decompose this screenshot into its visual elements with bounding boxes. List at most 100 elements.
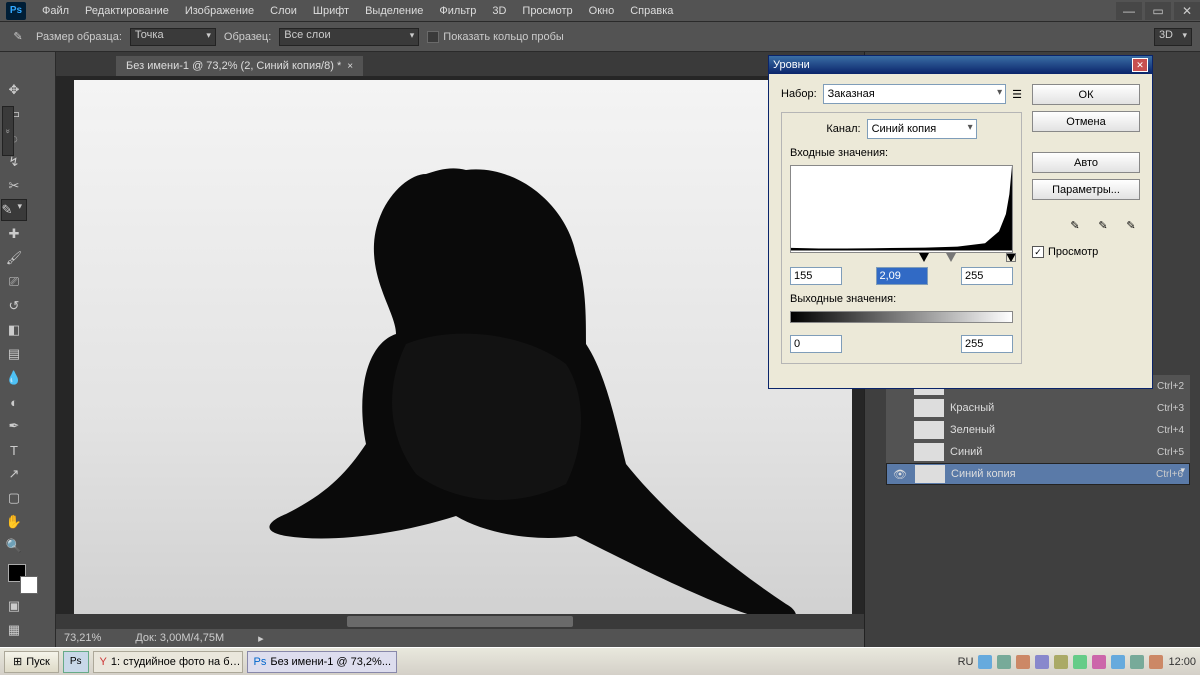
white-point-slider[interactable]	[1006, 253, 1016, 262]
gray-eyedropper-icon[interactable]: ✎	[1094, 216, 1112, 234]
color-swatch[interactable]	[8, 564, 38, 594]
eyedropper-tool[interactable]: ✎	[1, 199, 27, 221]
channels-panel: RGBCtrl+2 КрасныйCtrl+3 ЗеленыйCtrl+4 Си…	[886, 375, 1190, 485]
output-white-field[interactable]	[961, 335, 1013, 353]
menu-help[interactable]: Справка	[622, 5, 681, 17]
channel-row-blue-copy[interactable]: 👁Синий копияCtrl+6	[886, 463, 1190, 485]
input-black-field[interactable]	[790, 267, 842, 285]
pen-tool[interactable]: ✒	[1, 415, 27, 437]
channel-row-red[interactable]: КрасныйCtrl+3	[886, 397, 1190, 419]
shape-tool[interactable]: ▢	[1, 487, 27, 509]
input-mid-field[interactable]	[876, 267, 928, 285]
dialog-title: Уровни	[773, 59, 810, 71]
preview-checkbox[interactable]: ✓	[1032, 246, 1044, 258]
tray-icon[interactable]	[997, 655, 1011, 669]
gray-point-slider[interactable]	[946, 253, 956, 262]
hand-tool[interactable]: ✋	[1, 511, 27, 533]
taskbar: ⊞Пуск Ps Y1: студийное фото на б… PsБез …	[0, 647, 1200, 675]
type-tool[interactable]: T	[1, 439, 27, 461]
options-button[interactable]: Параметры...	[1032, 179, 1140, 200]
gradient-tool[interactable]: ▤	[1, 343, 27, 365]
tray-icon[interactable]	[1149, 655, 1163, 669]
dodge-tool[interactable]: ◐	[1, 391, 27, 413]
canvas[interactable]	[56, 76, 864, 614]
taskbar-item-ps[interactable]: Ps	[63, 651, 89, 673]
zoom-tool[interactable]: 🔍	[1, 535, 27, 557]
options-bar: ✎ Размер образца: Точка Образец: Все сло…	[0, 22, 1200, 52]
menu-file[interactable]: Файл	[34, 5, 77, 17]
tray-icon[interactable]	[1092, 655, 1106, 669]
menu-layer[interactable]: Слои	[262, 5, 305, 17]
eraser-tool[interactable]: ◧	[1, 319, 27, 341]
taskbar-item-doc[interactable]: PsБез имени-1 @ 73,2%...	[247, 651, 397, 673]
preset-select[interactable]: Заказная	[823, 84, 1006, 104]
preset-menu-icon[interactable]: ☰	[1012, 88, 1022, 101]
screen-mode-icon[interactable]: ▦	[1, 619, 27, 641]
windows-icon: ⊞	[13, 655, 22, 668]
document-tab[interactable]: Без имени-1 @ 73,2% (2, Синий копия/8) *…	[116, 56, 363, 76]
cancel-button[interactable]: Отмена	[1032, 111, 1140, 132]
dialog-titlebar[interactable]: Уровни ✕	[769, 56, 1152, 74]
system-tray: RU 12:00	[958, 655, 1196, 669]
tray-icon[interactable]	[1073, 655, 1087, 669]
canvas-image	[74, 80, 852, 614]
tray-icon[interactable]	[1111, 655, 1125, 669]
window-close-button[interactable]: ✕	[1174, 2, 1200, 20]
show-ring-checkbox[interactable]	[427, 31, 439, 43]
document-tab-bar: Без имени-1 @ 73,2% (2, Синий копия/8) *…	[56, 52, 864, 76]
tabs-expand-icon[interactable]: »	[2, 106, 14, 156]
brush-tool[interactable]: 🖌	[1, 247, 27, 269]
workspace-select[interactable]: 3D	[1154, 28, 1192, 46]
sample-size-select[interactable]: Точка	[130, 28, 216, 46]
menu-edit[interactable]: Редактирование	[77, 5, 177, 17]
output-values-label: Выходные значения:	[790, 293, 1013, 305]
window-maximize-button[interactable]: ▭	[1145, 2, 1171, 20]
tray-icon[interactable]	[1130, 655, 1144, 669]
status-arrow-icon[interactable]: ▸	[258, 632, 264, 645]
channel-select[interactable]: Синий копия	[867, 119, 977, 139]
ok-button[interactable]: ОК	[1032, 84, 1140, 105]
menu-select[interactable]: Выделение	[357, 5, 431, 17]
blur-tool[interactable]: 💧	[1, 367, 27, 389]
quick-mask-icon[interactable]: ▣	[1, 595, 27, 617]
channel-row-blue[interactable]: СинийCtrl+5	[886, 441, 1190, 463]
window-minimize-button[interactable]: ―	[1116, 2, 1142, 20]
auto-button[interactable]: Авто	[1032, 152, 1140, 173]
sample-size-label: Размер образца:	[36, 31, 122, 43]
dialog-close-button[interactable]: ✕	[1132, 58, 1148, 72]
menu-view[interactable]: Просмотр	[514, 5, 580, 17]
lang-indicator[interactable]: RU	[958, 656, 974, 668]
menu-type[interactable]: Шрифт	[305, 5, 357, 17]
black-eyedropper-icon[interactable]: ✎	[1066, 216, 1084, 234]
crop-tool[interactable]: ✂	[1, 175, 27, 197]
visibility-icon[interactable]: 👁	[891, 468, 909, 481]
white-eyedropper-icon[interactable]: ✎	[1122, 216, 1140, 234]
history-brush-tool[interactable]: ↺	[1, 295, 27, 317]
menu-window[interactable]: Окно	[581, 5, 623, 17]
menu-filter[interactable]: Фильтр	[431, 5, 484, 17]
black-point-slider[interactable]	[919, 253, 929, 262]
channel-row-green[interactable]: ЗеленыйCtrl+4	[886, 419, 1190, 441]
close-tab-icon[interactable]: ×	[347, 61, 353, 72]
input-white-field[interactable]	[961, 267, 1013, 285]
horizontal-scrollbar[interactable]	[56, 614, 864, 629]
tray-icon[interactable]	[1035, 655, 1049, 669]
tray-icon[interactable]	[1016, 655, 1030, 669]
tray-clock[interactable]: 12:00	[1168, 656, 1196, 668]
menu-3d[interactable]: 3D	[484, 5, 514, 17]
output-gradient[interactable]	[790, 311, 1013, 323]
healing-tool[interactable]: ✚	[1, 223, 27, 245]
path-tool[interactable]: ↗	[1, 463, 27, 485]
output-black-field[interactable]	[790, 335, 842, 353]
stamp-tool[interactable]: ⎚	[1, 271, 27, 293]
move-tool[interactable]: ✥	[1, 79, 27, 101]
input-slider-track[interactable]	[790, 253, 1013, 265]
status-bar: 73,21% Док: 3,00M/4,75M ▸	[56, 629, 864, 647]
start-button[interactable]: ⊞Пуск	[4, 651, 59, 673]
menu-image[interactable]: Изображение	[177, 5, 262, 17]
tray-icon[interactable]	[978, 655, 992, 669]
sample-select[interactable]: Все слои	[279, 28, 419, 46]
zoom-level[interactable]: 73,21%	[64, 632, 101, 644]
tray-icon[interactable]	[1054, 655, 1068, 669]
taskbar-item-browser[interactable]: Y1: студийное фото на б…	[93, 651, 243, 673]
